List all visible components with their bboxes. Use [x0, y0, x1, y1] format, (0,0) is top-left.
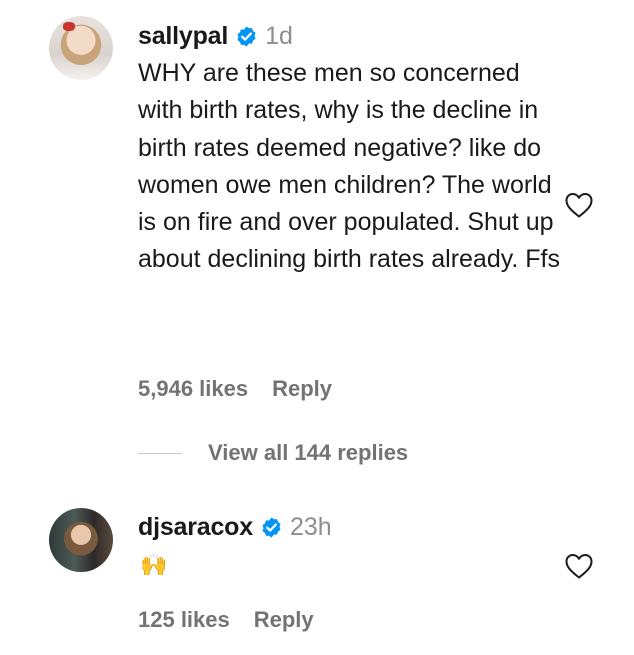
comment-header: djsaracox 23h: [138, 509, 332, 545]
comment-meta: 125 likes Reply: [138, 607, 314, 633]
likes-count[interactable]: 125 likes: [138, 607, 230, 633]
comment-header: sallypal 1d: [138, 18, 293, 54]
heart-icon[interactable]: [564, 191, 594, 219]
timestamp: 23h: [289, 512, 332, 541]
divider-line: [138, 452, 182, 454]
reply-button[interactable]: Reply: [272, 376, 332, 402]
comment-meta: 5,946 likes Reply: [138, 376, 332, 402]
view-replies-label: View all 144 replies: [208, 440, 409, 465]
timestamp: 1d: [265, 21, 293, 50]
comment-text: WHY are these men so concerned with birt…: [138, 59, 560, 274]
avatar[interactable]: [49, 508, 113, 572]
username[interactable]: sallypal: [138, 22, 228, 51]
heart-icon[interactable]: [564, 552, 594, 580]
verified-badge-icon: [237, 25, 256, 47]
username[interactable]: djsaracox: [138, 513, 253, 542]
verified-badge-icon: [262, 516, 281, 538]
reply-button[interactable]: Reply: [254, 607, 314, 633]
avatar[interactable]: [49, 16, 113, 80]
view-replies-button[interactable]: View all 144 replies: [138, 440, 408, 466]
comment-text: 🙌: [140, 552, 168, 577]
likes-count[interactable]: 5,946 likes: [138, 376, 248, 402]
